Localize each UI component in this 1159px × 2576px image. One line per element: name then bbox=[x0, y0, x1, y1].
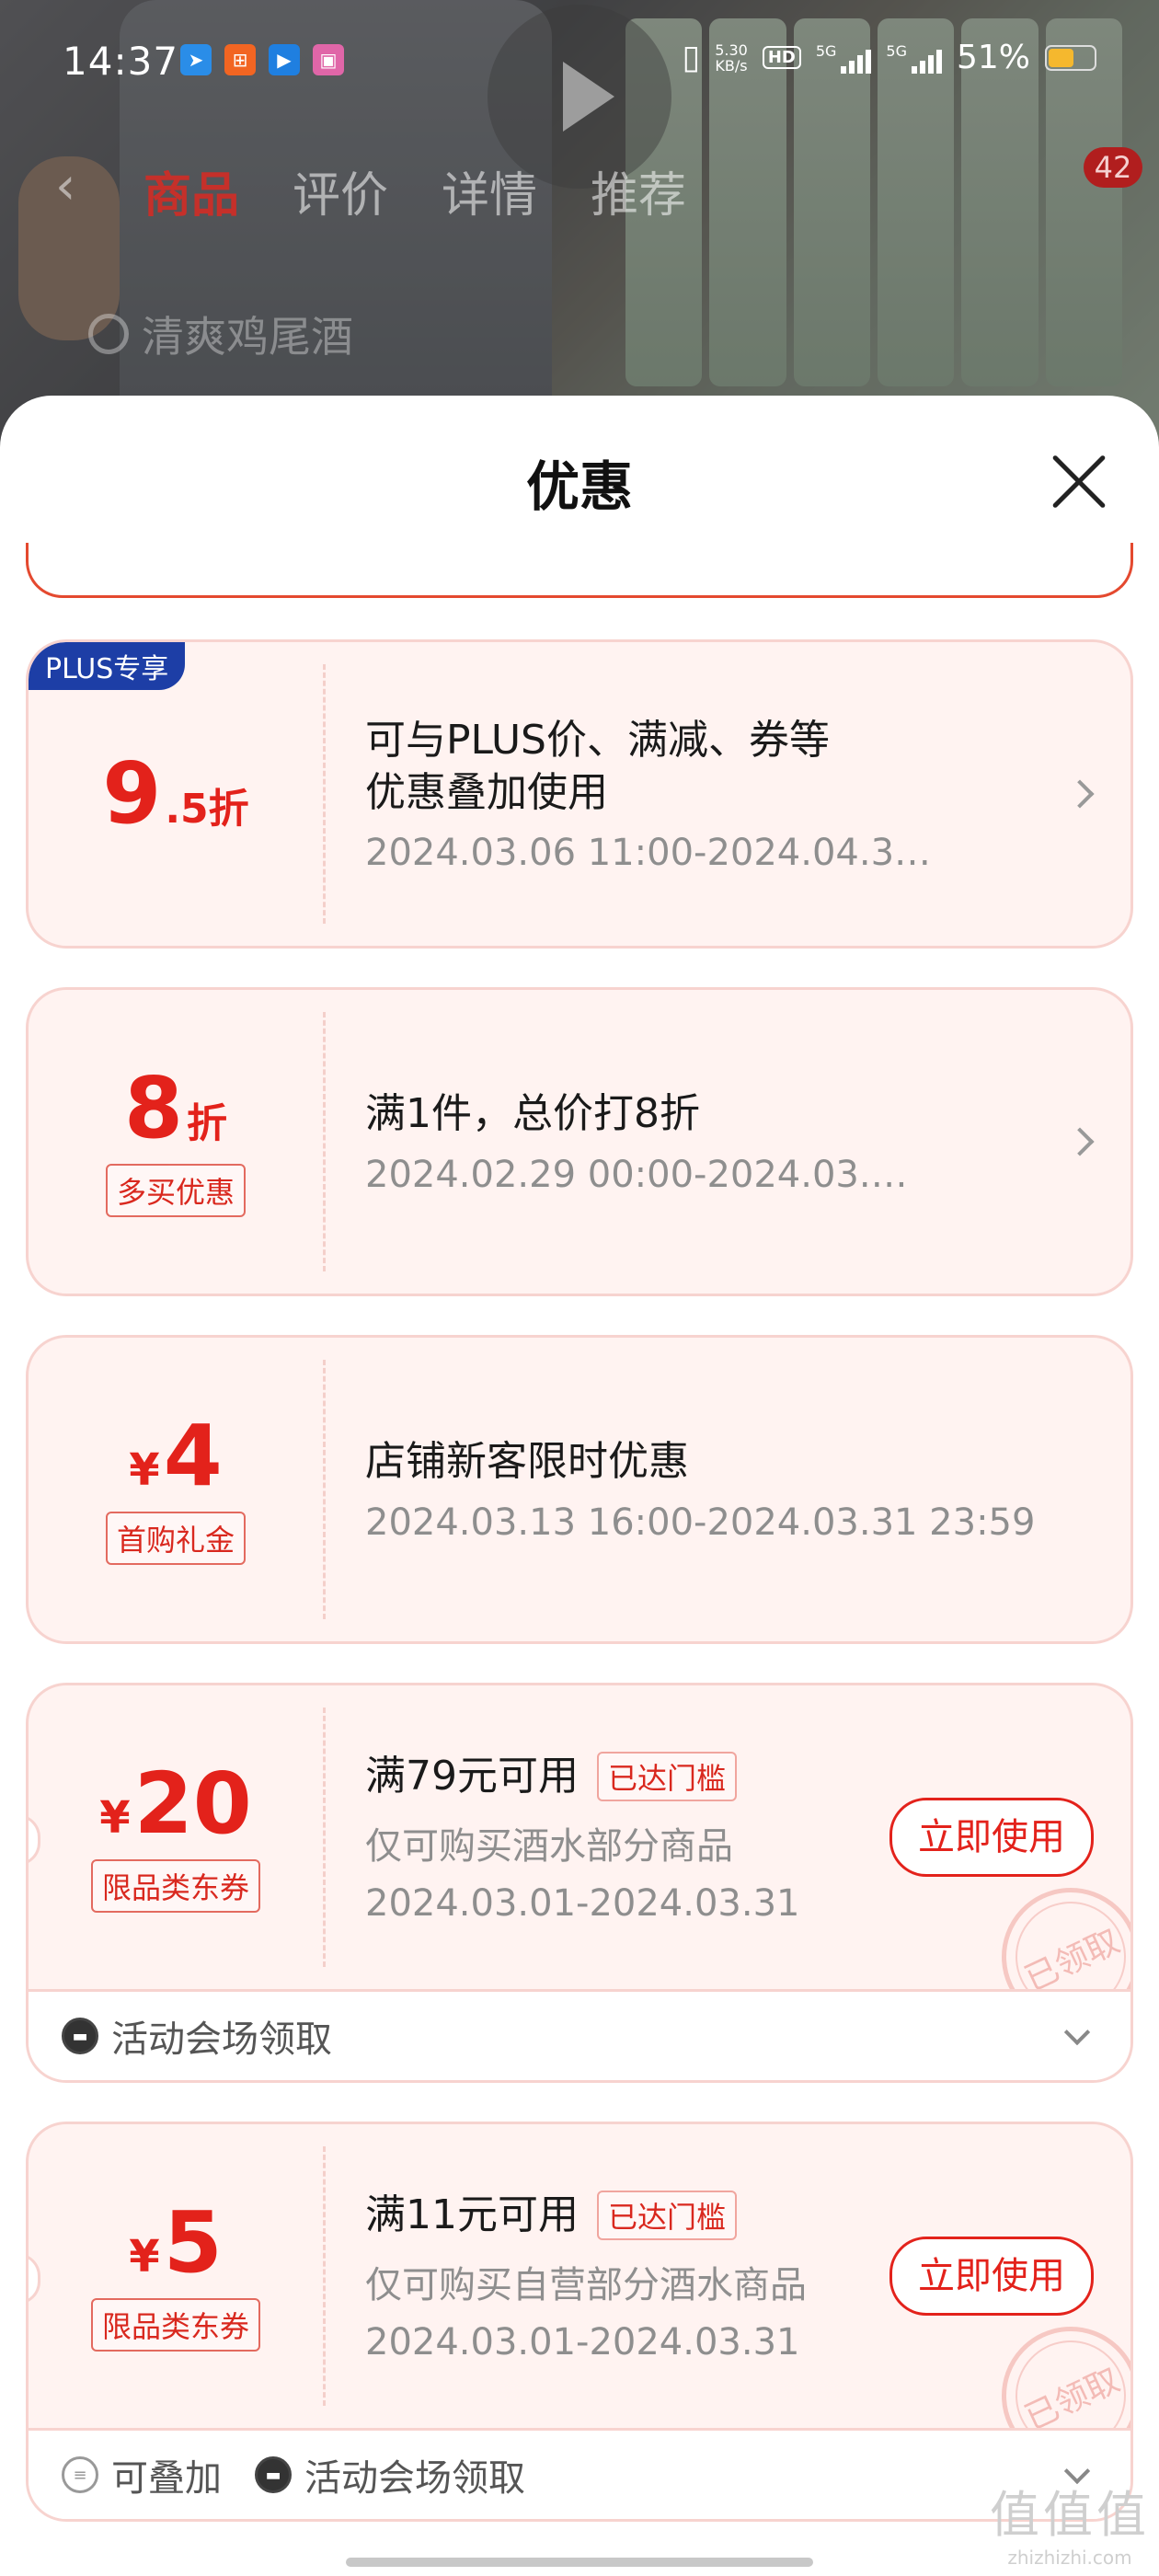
previous-card-edge bbox=[26, 543, 1133, 598]
close-icon[interactable] bbox=[1049, 451, 1109, 512]
coupon-value-area: ¥ 20 限品类东券 bbox=[29, 1685, 323, 1989]
home-indicator[interactable] bbox=[346, 2558, 813, 2567]
chevron-down-icon[interactable] bbox=[1063, 2018, 1091, 2046]
tab-reviews[interactable]: 评价 bbox=[293, 156, 388, 225]
search-icon bbox=[88, 314, 129, 354]
coupon-scope: 仅可购买自营部分酒水商品 bbox=[365, 2263, 807, 2306]
tab-recommend[interactable]: 推荐 bbox=[591, 156, 686, 225]
venue-claim-item: ▬ 活动会场领取 bbox=[255, 2448, 525, 2501]
coupon-valid-time: 2024.03.01-2024.03.31 bbox=[365, 2320, 800, 2363]
signal-strength-icon: 5G bbox=[816, 42, 872, 74]
product-tabs: 商品 评价 详情 推荐 bbox=[143, 156, 686, 225]
coupon-type-tag: 限品类东券 bbox=[90, 2298, 260, 2352]
coupon-card-category-5[interactable]: ¥ 5 限品类东券 满11元可用 已达门槛 仅可购买自营部分酒水商品 2024.… bbox=[26, 2122, 1133, 2522]
battery-icon bbox=[1045, 44, 1096, 71]
search-text: 清爽鸡尾酒 bbox=[142, 312, 353, 362]
vibrate-icon: ▯ bbox=[682, 39, 701, 76]
discount-value: 8 折 bbox=[123, 1059, 227, 1157]
coupon-card-category-20[interactable]: ¥ 20 限品类东券 满79元可用 已达门槛 仅可购买酒水部分商品 2024.0… bbox=[26, 1683, 1133, 2083]
network-speed: 5.30 KB/s bbox=[715, 40, 748, 75]
coupon-valid-time: 2024.03.13 16:00-2024.03.31 23:59 bbox=[365, 1501, 1036, 1544]
use-now-button[interactable]: 立即使用 bbox=[889, 2237, 1094, 2316]
navigation-app-icon: ▶ bbox=[269, 44, 300, 75]
coupon-title: 满1件，总价打8折 bbox=[365, 1090, 700, 1138]
coupon-value-area: ¥ 5 限品类东券 bbox=[29, 2124, 323, 2428]
coupon-info: 满11元可用 已达门槛 仅可购买自营部分酒水商品 2024.03.01-2024… bbox=[365, 2124, 891, 2428]
sheet-title: 优惠 bbox=[525, 455, 633, 518]
coupon-value-area: 9 .5折 bbox=[29, 642, 323, 946]
tab-details[interactable]: 详情 bbox=[442, 156, 537, 225]
coupon-info: 满79元可用 已达门槛 仅可购买酒水部分商品 2024.03.01-2024.0… bbox=[365, 1685, 891, 1989]
coupon-card-multi-buy[interactable]: 8 折 多买优惠 满1件，总价打8折 2024.02.29 00:00-2024… bbox=[26, 987, 1133, 1296]
tab-goods[interactable]: 商品 bbox=[143, 156, 239, 225]
app-grid-icon: ⊞ bbox=[224, 44, 256, 75]
use-now-button[interactable]: 立即使用 bbox=[889, 1798, 1094, 1877]
coupon-type-tag: 限品类东券 bbox=[90, 1859, 260, 1913]
signal-strength-icon-2: 5G bbox=[886, 42, 942, 74]
coupon-info: 可与PLUS价、满减、券等 优惠叠加使用 2024.03.06 11:00-20… bbox=[365, 642, 1039, 946]
coupon-value-area: 8 折 多买优惠 bbox=[29, 990, 323, 1294]
coupon-valid-time: 2024.02.29 00:00-2024.03.… bbox=[365, 1153, 908, 1196]
coupon-info: 店铺新客限时优惠 2024.03.13 16:00-2024.03.31 23:… bbox=[365, 1338, 1039, 1641]
coupon-title: 店铺新客限时优惠 bbox=[365, 1438, 689, 1486]
coupon-amount: ¥ 20 bbox=[99, 1754, 252, 1853]
coupon-amount: ¥ 4 bbox=[129, 1407, 223, 1505]
coupon-title: 满11元可用 bbox=[365, 2191, 579, 2239]
discount-sheet: 优惠 PLUS专享 9 .5折 可与PLUS价、满减、券等 优惠叠加使用 202… bbox=[0, 396, 1159, 2576]
bilibili-app-icon: ▣ bbox=[313, 44, 344, 75]
chevron-right-icon[interactable] bbox=[1065, 779, 1095, 809]
status-bar: 14:37 ➤ ⊞ ▶ ▣ ▯ 5.30 KB/s HD 5G 5G 51% bbox=[0, 33, 1159, 88]
site-watermark: 值值值 zhizhizhi.com bbox=[990, 2486, 1150, 2569]
product-nav: ‹ 商品 评价 详情 推荐 42 bbox=[0, 147, 1159, 224]
status-indicators: ▯ 5.30 KB/s HD 5G 5G 51% bbox=[682, 39, 1096, 76]
ticket-icon: ▬ bbox=[62, 2018, 98, 2054]
coupon-scope: 仅可购买酒水部分商品 bbox=[365, 1824, 733, 1868]
coupon-description: 可与PLUS价、满减、券等 优惠叠加使用 bbox=[365, 716, 830, 816]
hd-voice-icon: HD bbox=[762, 46, 801, 69]
coupon-type-tag: 多买优惠 bbox=[105, 1164, 246, 1217]
status-time: 14:37 bbox=[63, 39, 179, 84]
cart-count-badge: 42 bbox=[1084, 147, 1142, 188]
status-app-icons: ➤ ⊞ ▶ ▣ bbox=[180, 44, 344, 75]
coupon-amount: ¥ 5 bbox=[129, 2193, 223, 2292]
coupon-valid-time: 2024.03.06 11:00-2024.04.3… bbox=[365, 832, 932, 875]
back-arrow-icon[interactable]: ‹ bbox=[55, 156, 75, 216]
chevron-right-icon[interactable] bbox=[1065, 1127, 1095, 1156]
battery-percent: 51% bbox=[956, 39, 1030, 76]
coupon-info: 满1件，总价打8折 2024.02.29 00:00-2024.03.… bbox=[365, 990, 1039, 1294]
threshold-reached-tag: 已达门槛 bbox=[597, 1752, 738, 1801]
coupon-type-tag: 首购礼金 bbox=[105, 1512, 246, 1565]
coupon-valid-time: 2024.03.01-2024.03.31 bbox=[365, 1881, 800, 1925]
coupon-card-new-customer[interactable]: ¥ 4 首购礼金 店铺新客限时优惠 2024.03.13 16:00-2024.… bbox=[26, 1335, 1133, 1644]
coupon-card-plus[interactable]: PLUS专享 9 .5折 可与PLUS价、满减、券等 优惠叠加使用 2024.0… bbox=[26, 639, 1133, 949]
venue-claim-item: ▬ 活动会场领取 bbox=[62, 2009, 332, 2063]
stack-icon: ≡ bbox=[62, 2456, 98, 2493]
telegram-app-icon: ➤ bbox=[180, 44, 212, 75]
coupon-footer[interactable]: ▬ 活动会场领取 bbox=[29, 1989, 1130, 2080]
stackable-item: ≡ 可叠加 bbox=[62, 2448, 222, 2501]
coupon-title: 满79元可用 bbox=[365, 1753, 579, 1800]
coupon-footer[interactable]: ≡ 可叠加 ▬ 活动会场领取 bbox=[29, 2428, 1130, 2519]
threshold-reached-tag: 已达门槛 bbox=[597, 2191, 738, 2240]
discount-value: 9 .5折 bbox=[102, 744, 249, 843]
ticket-icon: ▬ bbox=[255, 2456, 292, 2493]
coupon-value-area: ¥ 4 首购礼金 bbox=[29, 1338, 323, 1641]
product-search-bar[interactable]: 清爽鸡尾酒 bbox=[88, 304, 353, 364]
